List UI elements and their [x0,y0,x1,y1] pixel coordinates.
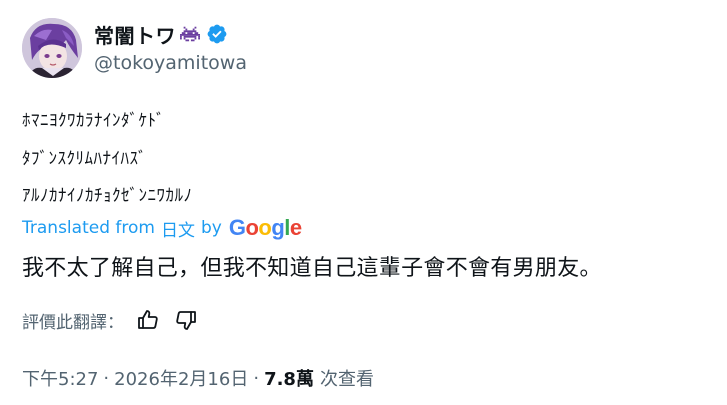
meta-separator: · [253,367,260,389]
avatar[interactable] [22,18,82,78]
tweet-time[interactable]: 下午5:27 [22,365,98,391]
original-text-line: ｱﾙﾉｶﾅｲﾉｶﾁｮｸｾﾞﾝﾆﾜｶﾙﾉ [22,186,193,206]
tweet-card: 常闇トワ @tokoyamitowa ﾎﾏﾆﾖｸﾜｶﾗﾅｲﾝﾀﾞｹﾄﾞ ﾀﾌﾞﾝ… [0,0,727,405]
display-name[interactable]: 常闇トワ [94,20,176,49]
thumbs-up-icon[interactable] [136,308,160,332]
tweet-meta-row: 下午5:27 · 2026年2月16日 · 7.8萬 次查看 [22,364,374,392]
translated-from-row[interactable]: Translated from 日文 by Google [22,214,302,242]
translated-text: 我不太了解自己，但我不知道自己這輩子會不會有男朋友。 [22,256,602,281]
avatar-image [22,18,82,78]
rate-translation-label: 評價此翻譯： [22,312,124,333]
google-logo: Google [228,215,302,240]
space-invader-icon [180,24,200,44]
tweet-date[interactable]: 2026年2月16日 [114,365,248,391]
original-text-line: ﾀﾌﾞﾝｽｸﾘﾑﾊﾅｲﾊｽﾞ [22,149,147,169]
author-name-row[interactable]: 常闇トワ [94,20,228,48]
meta-separator: · [103,367,110,389]
views-count[interactable]: 7.8萬 [264,365,314,391]
thumbs-down-icon[interactable] [174,308,198,332]
translated-from-label[interactable]: Translated from [22,218,155,238]
rate-translation-row: 評價此翻譯： [22,305,198,335]
views-label: 次查看 [319,369,374,390]
author-handle[interactable]: @tokoyamitowa [94,52,247,74]
translated-by-label[interactable]: by [201,218,222,238]
original-text-line: ﾎﾏﾆﾖｸﾜｶﾗﾅｲﾝﾀﾞｹﾄﾞ [22,111,165,131]
translated-language[interactable]: 日文 [161,216,195,241]
verified-badge-icon [206,23,228,45]
